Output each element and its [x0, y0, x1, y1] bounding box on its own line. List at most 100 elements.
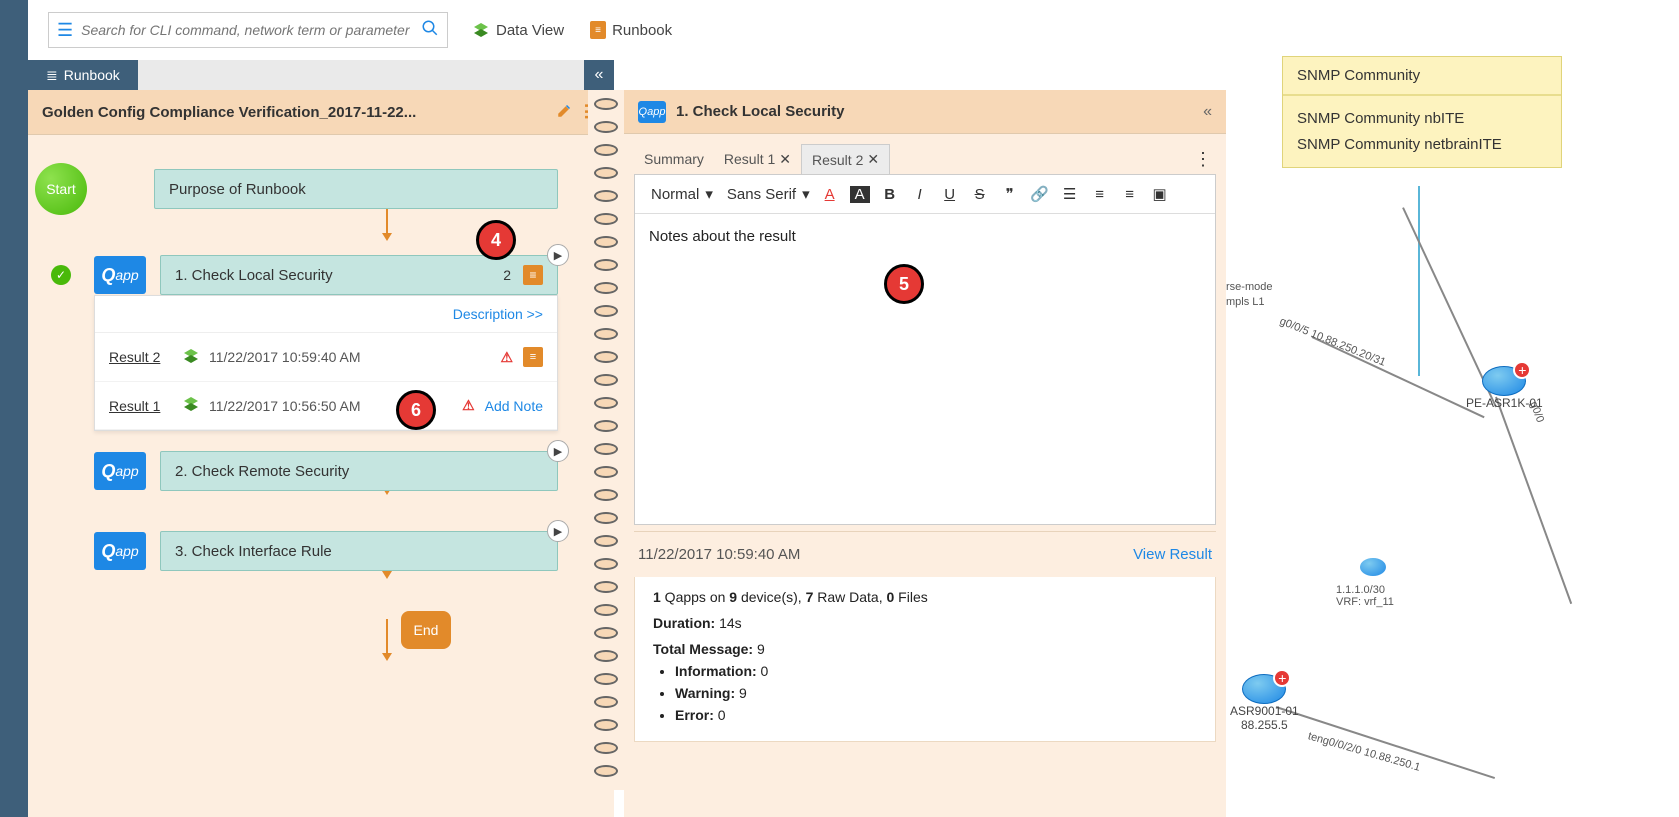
plus-badge-icon: + — [1273, 669, 1291, 687]
device-node[interactable]: + PE-ASR1K-01 — [1466, 366, 1543, 410]
qapp-badge[interactable]: Qapp — [94, 532, 146, 570]
ordered-list-icon[interactable]: ☰ — [1060, 185, 1080, 203]
top-links: Data View ≡ Runbook — [472, 21, 672, 39]
runbook-link-label: Runbook — [612, 22, 672, 39]
underline-icon[interactable]: U — [940, 186, 960, 203]
qapp-badge[interactable]: Qapp — [94, 256, 146, 294]
tab-result2[interactable]: Result 2✕ — [801, 144, 890, 174]
close-icon[interactable]: ✕ — [867, 151, 879, 168]
duration-label: Duration: — [653, 615, 715, 631]
flow-step2-row: Qapp 2. Check Remote Security ▶ — [28, 451, 614, 491]
link-label: VRF: vrf_11 — [1336, 596, 1394, 608]
search-input[interactable] — [81, 22, 421, 38]
runbook-body: Start Purpose of Runbook ✓ Qapp 1. Check… — [28, 134, 614, 817]
chevron-icon[interactable]: ▾ — [705, 185, 713, 203]
left-vertical-nav[interactable] — [0, 0, 28, 817]
detail-body: Summary Result 1✕ Result 2✕ ⋮ Normal▾ Sa… — [624, 134, 1226, 817]
highlight-icon[interactable]: A — [850, 186, 870, 203]
step1-box[interactable]: 1. Check Local Security 2 ≡ ▶ — [160, 255, 558, 295]
result-summary-bar: 11/22/2017 10:59:40 AM View Result — [634, 531, 1216, 577]
bold-icon[interactable]: B — [880, 186, 900, 203]
snmp-community-note[interactable]: SNMP Community SNMP Community nbITE SNMP… — [1282, 56, 1562, 168]
align-icon[interactable]: ≡ — [1120, 186, 1140, 203]
qapp-badge[interactable]: Qapp — [94, 452, 146, 490]
device-label: PE-ASR1K-01 — [1466, 396, 1543, 410]
step1-results: Description >> Result 2 11/22/2017 10:59… — [94, 295, 558, 431]
font-color-icon[interactable]: A — [820, 186, 840, 203]
router-icon: + — [1482, 366, 1526, 396]
step1-count: 2 — [503, 267, 511, 283]
runbook-tab-label: Runbook — [64, 67, 120, 83]
err-value: 0 — [714, 707, 726, 723]
runbook-tab[interactable]: ≣ Runbook — [28, 60, 138, 90]
result2-warn-icon: ⚠ — [500, 349, 513, 366]
detail-tabs: Summary Result 1✕ Result 2✕ ⋮ — [634, 144, 1216, 174]
step1-note-icon[interactable]: ≡ — [523, 265, 543, 285]
strike-icon[interactable]: S — [970, 186, 990, 203]
result-row-1[interactable]: Result 1 11/22/2017 10:56:50 AM ⚠ Add No… — [95, 382, 557, 430]
quote-icon[interactable]: ❞ — [1000, 185, 1020, 203]
tab-more-icon[interactable]: ⋮ — [1190, 149, 1216, 170]
purpose-label: Purpose of Runbook — [169, 181, 306, 198]
stack-icon — [183, 396, 199, 415]
result2-timestamp: 11/22/2017 10:59:40 AM — [209, 349, 490, 365]
warn-value: 9 — [735, 685, 747, 701]
style-select[interactable]: Normal — [647, 186, 703, 203]
runbook-link[interactable]: ≡ Runbook — [590, 21, 672, 39]
result1-name[interactable]: Result 1 — [109, 398, 173, 414]
device-sublabel: 88.255.5 — [1241, 718, 1288, 732]
end-node: End — [401, 611, 451, 649]
image-icon[interactable]: ▣ — [1150, 185, 1170, 203]
step1-play-button[interactable]: ▶ — [547, 244, 569, 266]
editor-content[interactable]: Notes about the result — [635, 214, 1215, 524]
tab-summary[interactable]: Summary — [634, 145, 714, 173]
chevron-icon[interactable]: ▾ — [802, 185, 810, 203]
bullet-list-icon[interactable]: ≡ — [1090, 186, 1110, 203]
warn-label: Warning: — [675, 685, 735, 701]
tab-result1[interactable]: Result 1✕ — [714, 145, 801, 174]
result-timestamp: 11/22/2017 10:59:40 AM — [638, 546, 1133, 563]
result2-name[interactable]: Result 2 — [109, 349, 173, 365]
duration-value: 14s — [715, 615, 741, 631]
layers-icon — [472, 21, 490, 39]
topology-map[interactable]: SNMP Community SNMP Community nbITE SNMP… — [1226, 56, 1679, 817]
step2-box[interactable]: 2. Check Remote Security ▶ — [160, 451, 558, 491]
snmp-title: SNMP Community — [1283, 57, 1561, 96]
detail-header: Qapp 1. Check Local Security « — [624, 90, 1226, 134]
purpose-box[interactable]: Purpose of Runbook — [154, 169, 558, 209]
data-view-label: Data View — [496, 22, 564, 39]
flow-step3-row: Qapp 3. Check Interface Rule ▶ — [28, 531, 614, 571]
collapse-panel-button[interactable]: « — [584, 60, 614, 90]
start-node[interactable]: Start — [35, 163, 87, 215]
callout-5: 5 — [884, 264, 924, 304]
step2-play-button[interactable]: ▶ — [547, 440, 569, 462]
font-select[interactable]: Sans Serif — [723, 186, 800, 203]
step1-status-icon: ✓ — [51, 265, 71, 285]
search-icon[interactable] — [421, 19, 439, 42]
close-icon[interactable]: ✕ — [779, 151, 791, 168]
collapse-detail-button[interactable]: « — [1203, 103, 1212, 121]
search-menu-icon[interactable]: ☰ — [57, 20, 73, 41]
device-label: ASR9001-01 — [1230, 704, 1299, 718]
view-result-link[interactable]: View Result — [1133, 546, 1212, 563]
add-note-link[interactable]: Add Note — [485, 398, 543, 414]
device-node[interactable]: + ASR9001-01 88.255.5 — [1230, 674, 1299, 732]
spiral-binding — [588, 90, 624, 790]
stack-icon — [183, 348, 199, 367]
data-view-link[interactable]: Data View — [472, 21, 564, 39]
italic-icon[interactable]: I — [910, 186, 930, 203]
step3-play-button[interactable]: ▶ — [547, 520, 569, 542]
qapp-small-badge: Qapp — [638, 101, 666, 123]
runbook-title: Golden Config Compliance Verification_20… — [42, 104, 546, 121]
snmp-line: SNMP Community nbITE — [1297, 106, 1547, 132]
result2-note-icon[interactable]: ≡ — [523, 347, 543, 367]
totalmsg-label: Total Message: — [653, 641, 753, 657]
result-row-2[interactable]: Result 2 11/22/2017 10:59:40 AM ⚠ ≡ — [95, 333, 557, 382]
search-box[interactable]: ☰ — [48, 12, 448, 48]
step3-box[interactable]: 3. Check Interface Rule ▶ — [160, 531, 558, 571]
small-router-icon[interactable] — [1360, 558, 1386, 576]
edit-runbook-icon[interactable] — [556, 101, 574, 124]
runbook-icon: ≡ — [590, 21, 606, 39]
link-icon[interactable]: 🔗 — [1030, 185, 1050, 203]
description-link[interactable]: Description >> — [95, 296, 557, 333]
